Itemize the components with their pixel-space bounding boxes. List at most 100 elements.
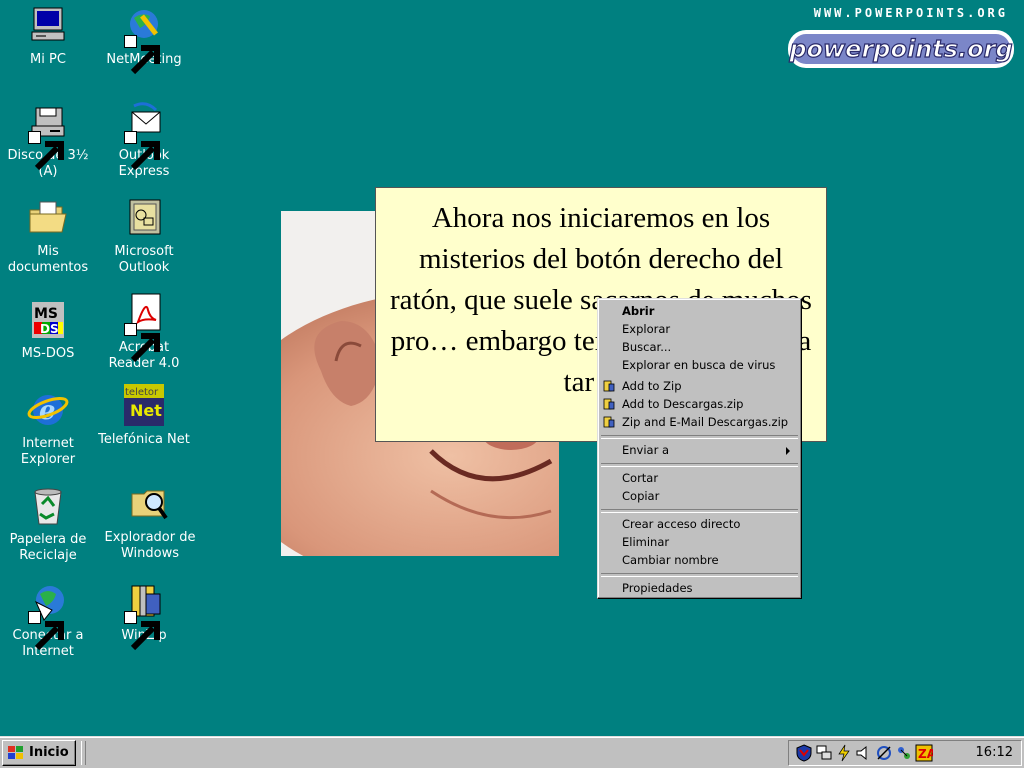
menu-item-label: Cambiar nombre bbox=[622, 553, 719, 567]
svg-text:Net: Net bbox=[130, 401, 162, 420]
menu-item-propiedades[interactable]: Propiedades bbox=[601, 579, 798, 597]
menu-item-label: Add to Descargas.zip bbox=[622, 397, 744, 411]
zonealarm-icon[interactable]: ZA bbox=[915, 744, 933, 762]
menu-item-label: Crear acceso directo bbox=[622, 517, 741, 531]
netmeeting-icon bbox=[122, 4, 166, 75]
menu-item-buscar[interactable]: Buscar... bbox=[601, 338, 798, 356]
tools-icon[interactable] bbox=[895, 744, 913, 762]
shield-icon[interactable] bbox=[795, 744, 813, 762]
microsoft-outlook-icon bbox=[122, 196, 166, 240]
taskbar-grip[interactable] bbox=[81, 741, 86, 765]
desktop-icon-label: Explorador de Windows bbox=[104, 530, 196, 561]
acrobat-reader-icon bbox=[122, 292, 166, 363]
start-button[interactable]: Inicio bbox=[2, 740, 76, 766]
svg-text:ZA: ZA bbox=[918, 747, 933, 761]
recycle-bin-icon bbox=[26, 484, 70, 528]
desktop-icon-explorador[interactable]: Explorador de Windows bbox=[102, 482, 198, 562]
menu-item-enviar-a[interactable]: Enviar a bbox=[601, 441, 798, 459]
winzip-icon bbox=[603, 380, 615, 392]
windows-logo-icon bbox=[8, 746, 23, 759]
menu-item-label: Abrir bbox=[622, 304, 655, 318]
svg-text:DS: DS bbox=[40, 322, 59, 336]
menu-item-zip-email[interactable]: Zip and E-Mail Descargas.zip bbox=[601, 413, 798, 431]
internet-explorer-icon: e bbox=[26, 388, 70, 432]
desktop-icon-internet-explorer[interactable]: e Internet Explorer bbox=[0, 388, 96, 468]
desktop-icon-label: Telefónica Net bbox=[98, 432, 190, 447]
desktop-icon-label: Mi PC bbox=[30, 52, 66, 67]
menu-separator bbox=[601, 573, 798, 577]
menu-item-explorar[interactable]: Explorar bbox=[601, 320, 798, 338]
submenu-arrow-icon bbox=[786, 447, 790, 455]
desktop-icon-label: Mis documentos bbox=[7, 244, 89, 275]
desktop-icon-acrobat[interactable]: Acrobat Reader 4.0 bbox=[96, 292, 192, 372]
desktop-icon-telefonica[interactable]: teletor Net Telefónica Net bbox=[96, 384, 192, 448]
desktop-icon-mi-pc[interactable]: Mi PC bbox=[0, 4, 96, 68]
winzip-icon bbox=[603, 416, 615, 428]
desktop-icon-floppy[interactable]: Disco de 3½ (A) bbox=[0, 100, 96, 180]
network-icon[interactable] bbox=[815, 744, 833, 762]
svg-text:powerpoints.org: powerpoints.org bbox=[788, 35, 1012, 63]
menu-item-copiar[interactable]: Copiar bbox=[601, 487, 798, 505]
menu-item-eliminar[interactable]: Eliminar bbox=[601, 533, 798, 551]
start-label: Inicio bbox=[29, 745, 69, 760]
shortcut-arrow-icon bbox=[124, 131, 160, 171]
menu-item-label: Buscar... bbox=[622, 340, 672, 354]
menu-item-label: Zip and E-Mail Descargas.zip bbox=[622, 415, 789, 429]
connection-icon[interactable] bbox=[875, 744, 893, 762]
volume-icon[interactable] bbox=[855, 744, 873, 762]
menu-item-label: Explorar en busca de virus bbox=[622, 358, 776, 372]
menu-separator bbox=[601, 463, 798, 467]
folder-documents-icon bbox=[26, 196, 70, 240]
winzip-icon bbox=[122, 580, 166, 651]
desktop-icon-papelera[interactable]: Papelera de Reciclaje bbox=[0, 484, 96, 564]
desktop-icon-mis-documentos[interactable]: Mis documentos bbox=[0, 196, 96, 276]
windows-explorer-icon bbox=[128, 482, 172, 526]
svg-text:MS: MS bbox=[34, 306, 58, 322]
telefonica-net-icon: teletor Net bbox=[122, 384, 166, 428]
taskbar-clock[interactable]: 16:12 bbox=[976, 741, 1013, 765]
desktop-icon-label: Internet Explorer bbox=[20, 436, 76, 467]
menu-item-add-to-descargas[interactable]: Add to Descargas.zip bbox=[601, 395, 798, 413]
desktop-icon-label: MS-DOS bbox=[21, 346, 75, 361]
menu-item-label: Cortar bbox=[622, 471, 659, 485]
floppy-drive-icon bbox=[26, 100, 70, 171]
menu-item-label: Propiedades bbox=[622, 581, 693, 595]
power-icon[interactable] bbox=[835, 744, 853, 762]
desktop-icon-microsoft-outlook[interactable]: Microsoft Outlook bbox=[96, 196, 192, 276]
menu-item-explorar-virus[interactable]: Explorar en busca de virus bbox=[601, 356, 798, 374]
menu-item-cambiar-nombre[interactable]: Cambiar nombre bbox=[601, 551, 798, 569]
winzip-icon bbox=[603, 398, 615, 410]
desktop-icon-label: Papelera de Reciclaje bbox=[9, 532, 87, 563]
context-menu: Abrir Explorar Buscar... Explorar en bus… bbox=[597, 298, 802, 599]
menu-separator bbox=[601, 435, 798, 439]
desktop-icon-outlook-express[interactable]: Outlook Express bbox=[96, 100, 192, 180]
menu-item-crear-acceso[interactable]: Crear acceso directo bbox=[601, 515, 798, 533]
menu-item-cortar[interactable]: Cortar bbox=[601, 469, 798, 487]
desktop-icon-conectar[interactable]: Conectar a Internet bbox=[0, 580, 96, 660]
shortcut-arrow-icon bbox=[124, 611, 160, 651]
menu-item-add-to-zip[interactable]: Add to Zip bbox=[601, 377, 798, 395]
desktop-icon-label: Microsoft Outlook bbox=[114, 244, 174, 275]
menu-separator bbox=[601, 509, 798, 513]
menu-item-abrir[interactable]: Abrir bbox=[601, 302, 798, 320]
desktop-icon-ms-dos[interactable]: MS DS MS-DOS bbox=[0, 298, 96, 362]
computer-icon bbox=[26, 4, 70, 48]
menu-item-label: Explorar bbox=[622, 322, 671, 336]
taskbar: Inicio ZA 16:12 bbox=[0, 736, 1024, 768]
logo-url-text: WWW.POWERPOINTS.ORG bbox=[813, 6, 1008, 20]
system-tray: ZA 16:12 bbox=[788, 740, 1022, 766]
shortcut-arrow-icon bbox=[28, 611, 64, 651]
shortcut-arrow-icon bbox=[124, 35, 160, 75]
shortcut-arrow-icon bbox=[28, 131, 64, 171]
ms-dos-icon: MS DS bbox=[26, 298, 70, 342]
menu-item-label: Eliminar bbox=[622, 535, 670, 549]
desktop-icon-netmeeting[interactable]: NetMeeting bbox=[96, 4, 192, 75]
powerpoints-logo: powerpoints.org bbox=[786, 26, 1016, 72]
menu-item-label: Enviar a bbox=[622, 443, 670, 457]
menu-item-label: Add to Zip bbox=[622, 379, 682, 393]
svg-text:teletor: teletor bbox=[125, 387, 159, 398]
outlook-express-icon bbox=[122, 100, 166, 171]
connect-internet-icon bbox=[26, 580, 70, 651]
desktop-icon-winzip[interactable]: WinZip bbox=[96, 580, 192, 651]
menu-item-label: Copiar bbox=[622, 489, 660, 503]
